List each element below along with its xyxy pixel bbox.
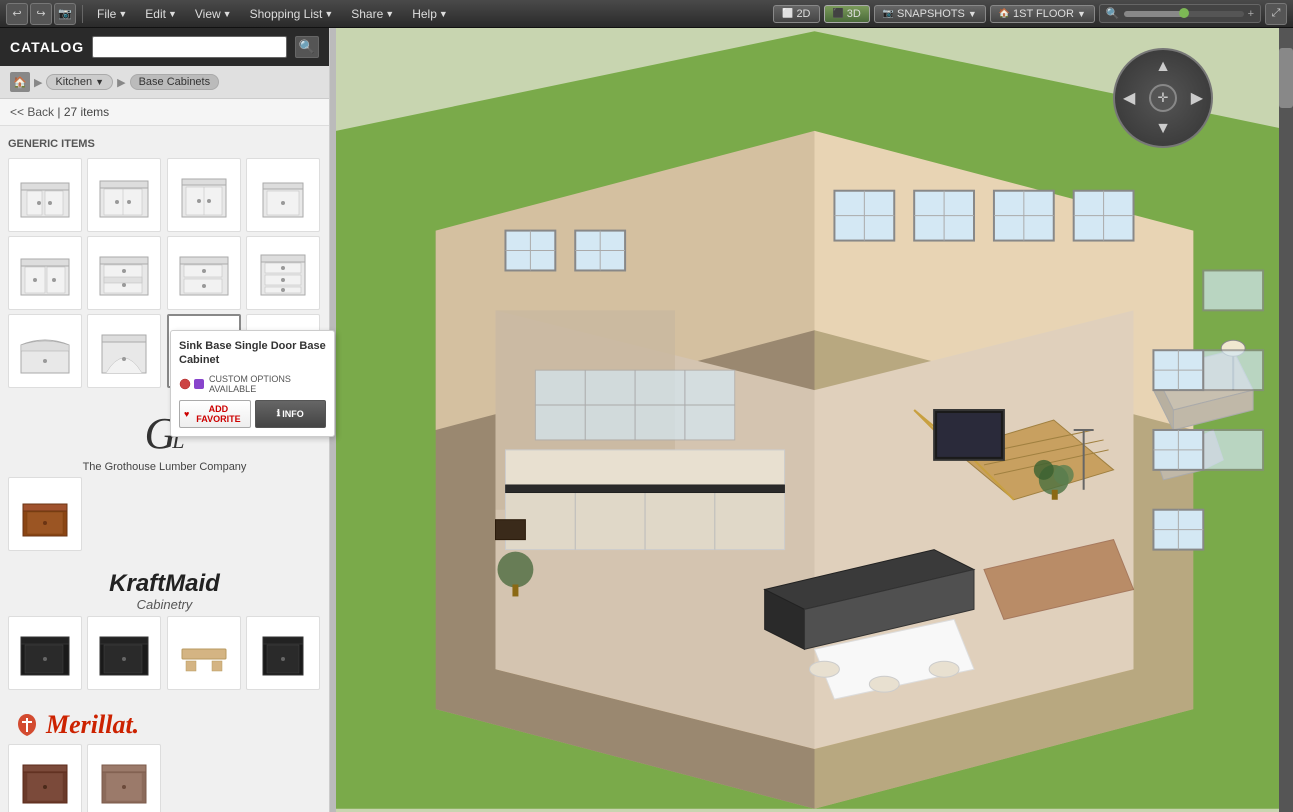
tooltip-title: Sink Base Single Door Base Cabinet xyxy=(179,339,326,368)
kraftmaid-sub: Cabinetry xyxy=(12,597,317,612)
menu-share[interactable]: Share ▼ xyxy=(343,5,402,23)
chevron-down-icon: ▼ xyxy=(118,9,127,19)
catalog-item-3[interactable] xyxy=(167,158,241,232)
nav-center-button[interactable]: ✛ xyxy=(1149,84,1177,112)
kraftmaid-item-2[interactable] xyxy=(87,616,161,690)
canvas-area[interactable]: ▲ ▼ ◀ ▶ ✛ xyxy=(336,28,1293,812)
menu-edit[interactable]: Edit ▼ xyxy=(137,5,185,23)
custom-icon-color xyxy=(179,378,191,390)
undo-button[interactable]: ↩ xyxy=(6,3,28,25)
kraftmaid-logo: KraftMaid xyxy=(12,571,317,597)
kraftmaid-item-3[interactable] xyxy=(167,616,241,690)
catalog-item-10[interactable] xyxy=(87,314,161,388)
chevron-down-icon: ▼ xyxy=(439,9,448,19)
merillat-items-grid xyxy=(8,744,321,812)
chevron-down-icon: ▼ xyxy=(324,9,333,19)
info-button[interactable]: ℹ INFO xyxy=(255,400,327,428)
catalog-item-1[interactable] xyxy=(8,158,82,232)
breadcrumb-base-cabinets[interactable]: Base Cabinets xyxy=(130,74,220,90)
tooltip-custom-options: CUSTOM OPTIONS AVAILABLE xyxy=(179,374,326,394)
items-count: 27 items xyxy=(64,105,109,119)
chevron-down-icon: ▼ xyxy=(95,77,104,87)
generic-items-title: GENERIC ITEMS xyxy=(8,138,321,150)
catalog-header: CATALOG 🔍 xyxy=(0,28,329,66)
navigation-controller: ▲ ▼ ◀ ▶ ✛ xyxy=(1113,48,1213,148)
back-bar: << Back | 27 items xyxy=(0,99,329,126)
catalog-content: GENERIC ITEMS xyxy=(0,126,329,812)
grothouse-item-1[interactable] xyxy=(8,477,82,551)
chevron-down-icon: ▼ xyxy=(968,9,977,19)
zoom-control[interactable]: 🔍 + xyxy=(1099,4,1261,23)
breadcrumb-arrow: ▶ xyxy=(34,76,42,89)
toolbar-right: ⬜ 2D ⬛ 3D 📷 SNAPSHOTS ▼ 🏠 1ST FLOOR ▼ 🔍 … xyxy=(773,3,1287,25)
chevron-down-icon: ▼ xyxy=(385,9,394,19)
breadcrumb-home-button[interactable]: 🏠 xyxy=(10,72,30,92)
catalog-item-5[interactable] xyxy=(8,236,82,310)
chevron-down-icon: ▼ xyxy=(1077,9,1086,19)
kraftmaid-items-grid xyxy=(8,616,321,690)
scrollbar-thumb[interactable] xyxy=(1279,48,1293,108)
zoom-in-icon[interactable]: + xyxy=(1248,8,1254,20)
chevron-down-icon: ▼ xyxy=(223,9,232,19)
info-icon: ℹ xyxy=(277,408,280,419)
zoom-slider[interactable] xyxy=(1124,11,1244,17)
grothouse-company-name: The Grothouse Lumber Company xyxy=(12,461,317,473)
catalog-item-8[interactable] xyxy=(246,236,320,310)
back-link[interactable]: << Back xyxy=(10,105,54,119)
merillat-brand: Merillat. xyxy=(8,702,321,744)
nav-left-button[interactable]: ◀ xyxy=(1123,88,1135,108)
nav-circle: ▲ ▼ ◀ ▶ ✛ xyxy=(1113,48,1213,148)
kraftmaid-item-1[interactable] xyxy=(8,616,82,690)
fullscreen-button[interactable]: ⤢ xyxy=(1265,3,1287,25)
vertical-scrollbar[interactable] xyxy=(1279,28,1293,812)
view-2d-button[interactable]: ⬜ 2D xyxy=(773,5,819,23)
view-3d-button[interactable]: ⬛ 3D xyxy=(824,5,870,23)
catalog-item-6[interactable] xyxy=(87,236,161,310)
menu-file[interactable]: File ▼ xyxy=(89,5,135,23)
grothouse-items-grid xyxy=(8,477,321,551)
chevron-down-icon: ▼ xyxy=(168,9,177,19)
toolbar: ↩ ↪ 📷 File ▼ Edit ▼ View ▼ Shopping List… xyxy=(0,0,1293,28)
camera-button[interactable]: 📷 xyxy=(54,3,76,25)
item-tooltip: Sink Base Single Door Base Cabinet CUSTO… xyxy=(170,330,329,437)
menu-shopping-list[interactable]: Shopping List ▼ xyxy=(242,5,342,23)
merillat-logo-icon xyxy=(12,710,42,740)
catalog-search-input[interactable] xyxy=(92,36,287,58)
redo-button[interactable]: ↪ xyxy=(30,3,52,25)
catalog-item-7[interactable] xyxy=(167,236,241,310)
heart-icon: ♥ xyxy=(184,409,189,419)
menu-view[interactable]: View ▼ xyxy=(187,5,240,23)
catalog-item-9[interactable] xyxy=(8,314,82,388)
merillat-logo-text: Merillat. xyxy=(46,710,139,740)
tooltip-buttons: ♥ ADD FAVORITE ℹ INFO xyxy=(179,400,326,428)
breadcrumb-kitchen-button[interactable]: Kitchen ▼ xyxy=(46,74,113,90)
nav-cross-icon: ✛ xyxy=(1158,90,1169,106)
zoom-thumb xyxy=(1179,8,1189,18)
nav-down-button[interactable]: ▼ xyxy=(1155,120,1171,138)
kraftmaid-item-4[interactable] xyxy=(246,616,320,690)
breadcrumb: 🏠 ▶ Kitchen ▼ ▶ Base Cabinets xyxy=(0,66,329,99)
catalog-title: CATALOG xyxy=(10,39,84,55)
merillat-item-2[interactable] xyxy=(87,744,161,812)
catalog-item-2[interactable] xyxy=(87,158,161,232)
breadcrumb-arrow-2: ▶ xyxy=(117,76,125,89)
catalog-item-4[interactable] xyxy=(246,158,320,232)
catalog-panel: CATALOG 🔍 🏠 ▶ Kitchen ▼ ▶ Base Cabinets … xyxy=(0,28,330,812)
separator-1 xyxy=(82,5,83,23)
floor-button[interactable]: 🏠 1ST FLOOR ▼ xyxy=(990,5,1095,23)
snapshots-button[interactable]: 📷 SNAPSHOTS ▼ xyxy=(874,5,986,23)
custom-icon-texture xyxy=(193,378,205,390)
merillat-item-1[interactable] xyxy=(8,744,82,812)
search-button[interactable]: 🔍 xyxy=(295,36,319,58)
add-favorite-button[interactable]: ♥ ADD FAVORITE xyxy=(179,400,251,428)
nav-up-button[interactable]: ▲ xyxy=(1155,58,1171,76)
menu-help[interactable]: Help ▼ xyxy=(404,5,456,23)
nav-right-button[interactable]: ▶ xyxy=(1191,88,1203,108)
zoom-out-icon[interactable]: 🔍 xyxy=(1106,7,1120,20)
kraftmaid-brand: KraftMaid Cabinetry xyxy=(8,563,321,616)
main-layout: CATALOG 🔍 🏠 ▶ Kitchen ▼ ▶ Base Cabinets … xyxy=(0,28,1293,812)
